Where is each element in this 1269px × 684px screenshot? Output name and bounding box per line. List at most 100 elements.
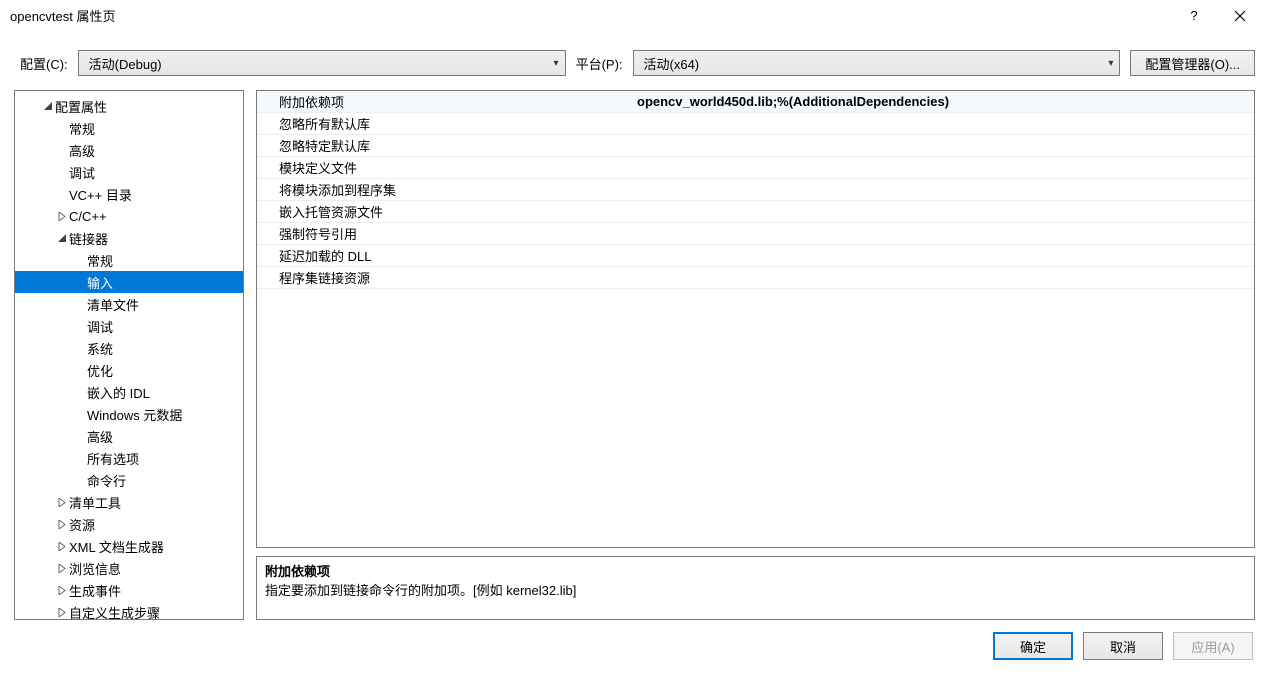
cancel-button[interactable]: 取消 xyxy=(1083,632,1163,660)
property-label: 忽略特定默认库 xyxy=(257,136,637,155)
tree-linker-高级[interactable]: 高级 xyxy=(15,425,243,447)
close-button[interactable] xyxy=(1217,0,1263,32)
tree-item-label: 高级 xyxy=(69,141,95,160)
tree-item-生成事件[interactable]: 生成事件 xyxy=(15,579,243,601)
tree-item-自定义生成步骤[interactable]: 自定义生成步骤 xyxy=(15,601,243,620)
config-label: 配置(C): xyxy=(20,54,68,73)
tree-item-label: Windows 元数据 xyxy=(87,405,182,424)
property-row[interactable]: 嵌入托管资源文件 xyxy=(257,201,1254,223)
collapse-icon xyxy=(58,498,67,507)
tree-item-label: 所有选项 xyxy=(87,449,139,468)
expand-icon xyxy=(58,234,67,243)
property-row[interactable]: 忽略所有默认库 xyxy=(257,113,1254,135)
apply-button[interactable]: 应用(A) xyxy=(1173,632,1253,660)
chevron-down-icon: ▾ xyxy=(554,58,559,69)
tree-linker-所有选项[interactable]: 所有选项 xyxy=(15,447,243,469)
collapse-icon xyxy=(58,586,67,595)
property-row[interactable]: 强制符号引用 xyxy=(257,223,1254,245)
tree-item-label: 生成事件 xyxy=(69,581,121,600)
twisty-icon xyxy=(55,608,69,617)
tree-linker-常规[interactable]: 常规 xyxy=(15,249,243,271)
property-label: 延迟加载的 DLL xyxy=(257,246,637,265)
tree-item-label: 命令行 xyxy=(87,471,126,490)
description-title: 附加依赖项 xyxy=(265,561,1246,580)
tree-config-properties[interactable]: 配置属性 xyxy=(15,95,243,117)
tree-item-label: VC++ 目录 xyxy=(69,185,132,204)
twisty-icon xyxy=(55,564,69,573)
tree-item-常规[interactable]: 常规 xyxy=(15,117,243,139)
tree-item-label: XML 文档生成器 xyxy=(69,537,164,556)
window-title: opencvtest 属性页 xyxy=(10,6,1171,25)
twisty-icon xyxy=(41,102,55,111)
property-row[interactable]: 忽略特定默认库 xyxy=(257,135,1254,157)
tree-linker-命令行[interactable]: 命令行 xyxy=(15,469,243,491)
tree-item-label: 输入 xyxy=(87,273,113,292)
tree-linker-系统[interactable]: 系统 xyxy=(15,337,243,359)
tree-item-高级[interactable]: 高级 xyxy=(15,139,243,161)
tree-linker-Windows 元数据[interactable]: Windows 元数据 xyxy=(15,403,243,425)
expand-icon xyxy=(44,102,53,111)
config-select[interactable]: 活动(Debug) ▾ xyxy=(78,50,566,76)
tree-item-label: 常规 xyxy=(87,251,113,270)
property-value[interactable]: opencv_world450d.lib;%(AdditionalDepende… xyxy=(637,94,1254,109)
description-body: 指定要添加到链接命令行的附加项。[例如 kernel32.lib] xyxy=(265,580,1246,599)
property-label: 将模块添加到程序集 xyxy=(257,180,637,199)
config-value: 活动(Debug) xyxy=(89,54,162,73)
tree-item-资源[interactable]: 资源 xyxy=(15,513,243,535)
nav-tree[interactable]: 配置属性常规高级调试VC++ 目录C/C++链接器 常规 输入 清单文件 调试 … xyxy=(14,90,244,620)
tree-item-label: 浏览信息 xyxy=(69,559,121,578)
property-grid[interactable]: 附加依赖项opencv_world450d.lib;%(AdditionalDe… xyxy=(256,90,1255,548)
tree-item-label: 嵌入的 IDL xyxy=(87,383,150,402)
tree-item-label: 清单文件 xyxy=(87,295,139,314)
property-row[interactable]: 延迟加载的 DLL xyxy=(257,245,1254,267)
tree-linker-优化[interactable]: 优化 xyxy=(15,359,243,381)
property-label: 嵌入托管资源文件 xyxy=(257,202,637,221)
twisty-icon xyxy=(55,212,69,221)
collapse-icon xyxy=(58,212,67,221)
tree-item-label: 资源 xyxy=(69,515,95,534)
tree-item-label: 优化 xyxy=(87,361,113,380)
property-label: 程序集链接资源 xyxy=(257,268,637,287)
property-label: 附加依赖项 xyxy=(257,92,637,111)
tree-item-VC++ 目录[interactable]: VC++ 目录 xyxy=(15,183,243,205)
tree-item-调试[interactable]: 调试 xyxy=(15,161,243,183)
tree-linker[interactable]: 链接器 xyxy=(15,227,243,249)
tree-item-label: 调试 xyxy=(69,163,95,182)
property-row[interactable]: 模块定义文件 xyxy=(257,157,1254,179)
tree-item-label: 链接器 xyxy=(69,229,108,248)
tree-linker-输入[interactable]: 输入 xyxy=(15,271,243,293)
property-label: 强制符号引用 xyxy=(257,224,637,243)
property-row[interactable]: 附加依赖项opencv_world450d.lib;%(AdditionalDe… xyxy=(257,91,1254,113)
tree-cxx[interactable]: C/C++ xyxy=(15,205,243,227)
ok-button[interactable]: 确定 xyxy=(993,632,1073,660)
twisty-icon xyxy=(55,498,69,507)
tree-item-label: 清单工具 xyxy=(69,493,121,512)
twisty-icon xyxy=(55,542,69,551)
config-manager-button[interactable]: 配置管理器(O)... xyxy=(1130,50,1255,76)
description-panel: 附加依赖项 指定要添加到链接命令行的附加项。[例如 kernel32.lib] xyxy=(256,556,1255,620)
tree-item-label: 常规 xyxy=(69,119,95,138)
property-row[interactable]: 将模块添加到程序集 xyxy=(257,179,1254,201)
help-button[interactable]: ? xyxy=(1171,0,1217,32)
tree-item-label: 系统 xyxy=(87,339,113,358)
platform-label: 平台(P): xyxy=(576,54,623,73)
tree-item-label: C/C++ xyxy=(69,209,107,224)
property-label: 忽略所有默认库 xyxy=(257,114,637,133)
twisty-icon xyxy=(55,520,69,529)
tree-item-浏览信息[interactable]: 浏览信息 xyxy=(15,557,243,579)
chevron-down-icon: ▾ xyxy=(1108,58,1113,69)
property-label: 模块定义文件 xyxy=(257,158,637,177)
property-row[interactable]: 程序集链接资源 xyxy=(257,267,1254,289)
tree-item-label: 自定义生成步骤 xyxy=(69,603,160,621)
tree-linker-嵌入的 IDL[interactable]: 嵌入的 IDL xyxy=(15,381,243,403)
collapse-icon xyxy=(58,608,67,617)
collapse-icon xyxy=(58,542,67,551)
tree-item-XML 文档生成器[interactable]: XML 文档生成器 xyxy=(15,535,243,557)
tree-linker-调试[interactable]: 调试 xyxy=(15,315,243,337)
tree-item-清单工具[interactable]: 清单工具 xyxy=(15,491,243,513)
tree-linker-清单文件[interactable]: 清单文件 xyxy=(15,293,243,315)
platform-select[interactable]: 活动(x64) ▾ xyxy=(633,50,1121,76)
tree-item-label: 调试 xyxy=(87,317,113,336)
platform-value: 活动(x64) xyxy=(644,54,700,73)
tree-item-label: 配置属性 xyxy=(55,97,107,116)
